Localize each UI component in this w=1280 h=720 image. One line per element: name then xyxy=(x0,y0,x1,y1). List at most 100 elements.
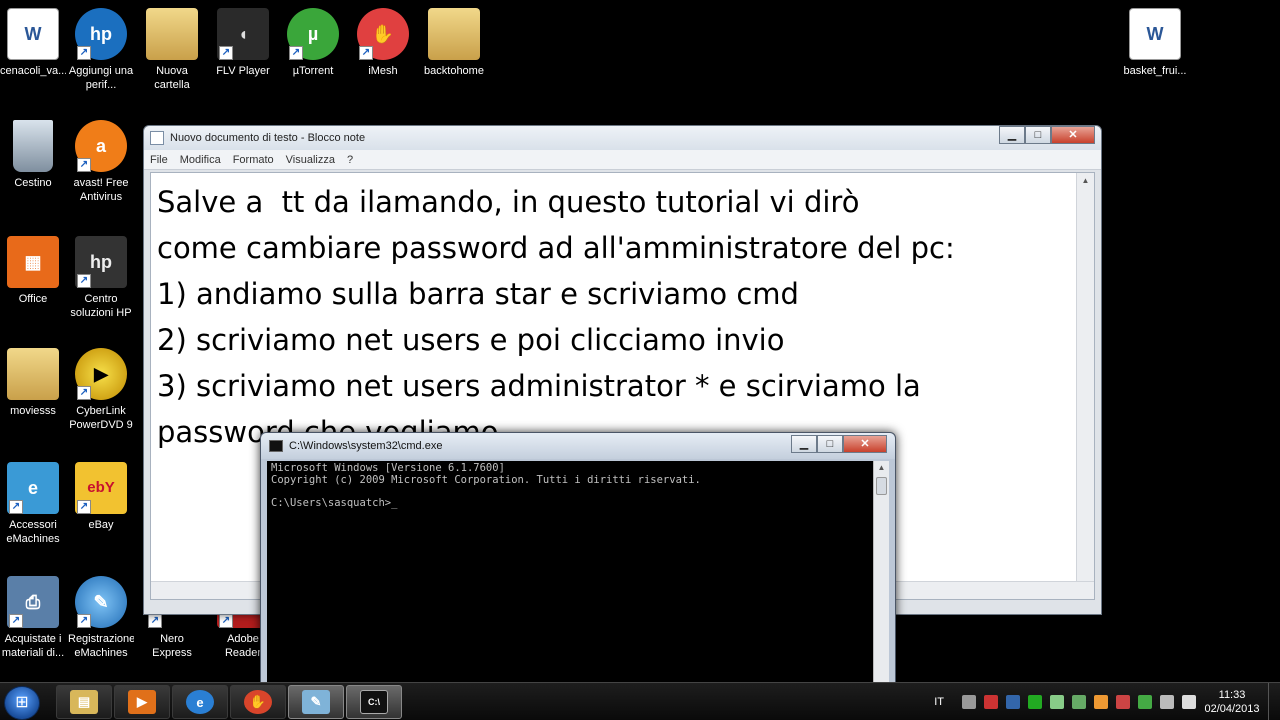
word-document-icon: W xyxy=(7,8,59,60)
ebay-icon: ebY ↗ xyxy=(75,462,127,514)
scroll-up-icon[interactable]: ▲ xyxy=(1077,173,1094,189)
registration-icon: ✎ ↗ xyxy=(75,576,127,628)
shortcut-arrow-icon: ↗ xyxy=(219,46,233,60)
desktop-icon-label: basket_frui... xyxy=(1123,65,1187,77)
notepad-icon xyxy=(150,131,164,145)
desktop-icon-avast[interactable]: a ↗ avast! Free Antivirus xyxy=(68,120,134,204)
menu-modifica[interactable]: Modifica xyxy=(180,154,221,166)
desktop-icon-basket-frui[interactable]: W basket_frui... xyxy=(1122,8,1188,78)
tray-app-icon[interactable] xyxy=(1160,695,1174,709)
desktop-icon-label: avast! Free Antivirus xyxy=(73,177,129,203)
tray-app-icon[interactable] xyxy=(1050,695,1064,709)
imesh-icon: ✋ xyxy=(244,690,272,714)
desktop-icon-label: Office xyxy=(18,293,48,305)
editor-content[interactable]: Salve a tt da ilamando, in questo tutori… xyxy=(151,173,1094,461)
shortcut-arrow-icon: ↗ xyxy=(289,46,303,60)
tray-app-icon[interactable] xyxy=(1094,695,1108,709)
clock[interactable]: 11:33 02/04/2013 xyxy=(1200,688,1264,716)
shortcut-arrow-icon: ↗ xyxy=(77,46,91,60)
taskbar-internet-explorer[interactable]: e xyxy=(172,685,228,719)
close-button[interactable]: ✕ xyxy=(843,435,887,453)
printer-icon: ⎙ ↗ xyxy=(7,576,59,628)
tray-app-icon[interactable] xyxy=(1116,695,1130,709)
taskbar-notepad[interactable]: ✎ xyxy=(288,685,344,719)
desktop-icon-label: CyberLink PowerDVD 9 xyxy=(69,405,133,431)
cmd-icon: C:\ xyxy=(360,690,388,714)
scroll-up-icon[interactable]: ▲ xyxy=(874,461,889,475)
vertical-scrollbar[interactable]: ▲ xyxy=(1076,173,1094,581)
desktop-icon-imesh[interactable]: ✋ ↗ iMesh xyxy=(350,8,416,78)
console-area[interactable]: Microsoft Windows [Versione 6.1.7600] Co… xyxy=(267,461,889,719)
folder-icon xyxy=(146,8,198,60)
ie-icon: e xyxy=(186,690,214,714)
word-document-icon: W xyxy=(1129,8,1181,60)
desktop-icon-label: µTorrent xyxy=(292,65,334,77)
tray-app-icon[interactable] xyxy=(1028,695,1042,709)
utorrent-icon: µ ↗ xyxy=(287,8,339,60)
menu-bar: File Modifica Formato Visualizza ? xyxy=(144,150,1101,170)
system-tray: IT 11:33 02/04/2013 xyxy=(934,683,1280,720)
menu-file[interactable]: File xyxy=(150,154,168,166)
desktop-icon-acquistate-materiali[interactable]: ⎙ ↗ Acquistate i materiali di... xyxy=(0,576,66,660)
tray-app-icon[interactable] xyxy=(1138,695,1152,709)
show-desktop-button[interactable] xyxy=(1268,683,1280,720)
vertical-scrollbar[interactable]: ▲ xyxy=(873,461,889,719)
folder-icon xyxy=(428,8,480,60)
taskbar-media-player[interactable]: ▶ xyxy=(114,685,170,719)
desktop-icon-cenacoli[interactable]: W cenacoli_va... xyxy=(0,8,66,78)
desktop-icon-backtohome[interactable]: backtohome xyxy=(421,8,487,78)
close-button[interactable]: ✕ xyxy=(1051,126,1095,144)
scroll-thumb[interactable] xyxy=(876,477,887,495)
desktop-icon-centro-soluzioni-hp[interactable]: hp ↗ Centro soluzioni HP xyxy=(68,236,134,320)
clock-date: 02/04/2013 xyxy=(1204,703,1260,715)
desktop-icon-ebay[interactable]: ebY ↗ eBay xyxy=(68,462,134,532)
desktop-icon-office[interactable]: ▦ Office xyxy=(0,236,66,306)
desktop-icon-aggiungi-periferica[interactable]: hp ↗ Aggiungi una perif... xyxy=(68,8,134,92)
imesh-icon: ✋ ↗ xyxy=(357,8,409,60)
menu-visualizza[interactable]: Visualizza xyxy=(286,154,335,166)
language-indicator[interactable]: IT xyxy=(934,696,944,708)
maximize-button[interactable]: □ xyxy=(1025,126,1051,144)
window-title: Nuovo documento di testo - Blocco note xyxy=(170,132,366,144)
network-icon[interactable] xyxy=(1182,695,1196,709)
recycle-bin-icon xyxy=(13,120,53,172)
desktop-icon-nuova-cartella[interactable]: Nuova cartella xyxy=(139,8,205,92)
tray-app-icon[interactable] xyxy=(984,695,998,709)
console-output[interactable]: Microsoft Windows [Versione 6.1.7600] Co… xyxy=(267,461,889,511)
desktop-icon-moviesss[interactable]: moviesss xyxy=(0,348,66,418)
menu-help[interactable]: ? xyxy=(347,154,353,166)
desktop-icon-utorrent[interactable]: µ ↗ µTorrent xyxy=(280,8,346,78)
desktop-icon-label: Accessori eMachines xyxy=(6,519,60,545)
shortcut-arrow-icon: ↗ xyxy=(359,46,373,60)
taskbar-cmd[interactable]: C:\ xyxy=(346,685,402,719)
avast-icon: a ↗ xyxy=(75,120,127,172)
start-button[interactable]: ⊞ xyxy=(4,686,40,720)
maximize-button[interactable]: □ xyxy=(817,435,843,453)
desktop-icon-label: Nuova cartella xyxy=(154,65,190,91)
tray-app-icon[interactable] xyxy=(1072,695,1086,709)
cmd-icon xyxy=(269,440,283,452)
desktop-icon-label: backtohome xyxy=(424,65,484,77)
notepad-titlebar[interactable]: Nuovo documento di testo - Blocco note xyxy=(144,126,1101,150)
minimize-button[interactable]: ▁ xyxy=(999,126,1025,144)
desktop-icon-cyberlink-powerdvd[interactable]: ▶ ↗ CyberLink PowerDVD 9 xyxy=(68,348,134,432)
taskbar-imesh[interactable]: ✋ xyxy=(230,685,286,719)
desktop-icon-registrazione-emachines[interactable]: ✎ ↗ Registrazione eMachines xyxy=(68,576,134,660)
cmd-window[interactable]: C:\Windows\system32\cmd.exe ▁ □ ✕ Micros… xyxy=(260,432,896,720)
shortcut-arrow-icon: ↗ xyxy=(77,158,91,172)
taskbar-explorer[interactable]: ▤ xyxy=(56,685,112,719)
window-title: C:\Windows\system32\cmd.exe xyxy=(289,440,443,452)
menu-formato[interactable]: Formato xyxy=(233,154,274,166)
desktop-icon-label: Cestino xyxy=(14,177,52,189)
shortcut-arrow-icon: ↗ xyxy=(77,614,91,628)
desktop-icon-cestino[interactable]: Cestino xyxy=(0,120,66,190)
desktop-icon-accessori-emachines[interactable]: e ↗ Accessori eMachines xyxy=(0,462,66,546)
volume-icon[interactable] xyxy=(962,695,976,709)
desktop: W cenacoli_va... hp ↗ Aggiungi una perif.… xyxy=(0,0,1280,720)
minimize-button[interactable]: ▁ xyxy=(791,435,817,453)
tray-app-icon[interactable] xyxy=(1006,695,1020,709)
desktop-icon-flv-player[interactable]: ◖ ↗ FLV Player xyxy=(210,8,276,78)
shortcut-arrow-icon: ↗ xyxy=(9,614,23,628)
taskbar: ⊞ ▤ ▶ e ✋ ✎ C:\ IT 11:33 02/04/2013 xyxy=(0,682,1280,720)
hp-icon: hp ↗ xyxy=(75,236,127,288)
